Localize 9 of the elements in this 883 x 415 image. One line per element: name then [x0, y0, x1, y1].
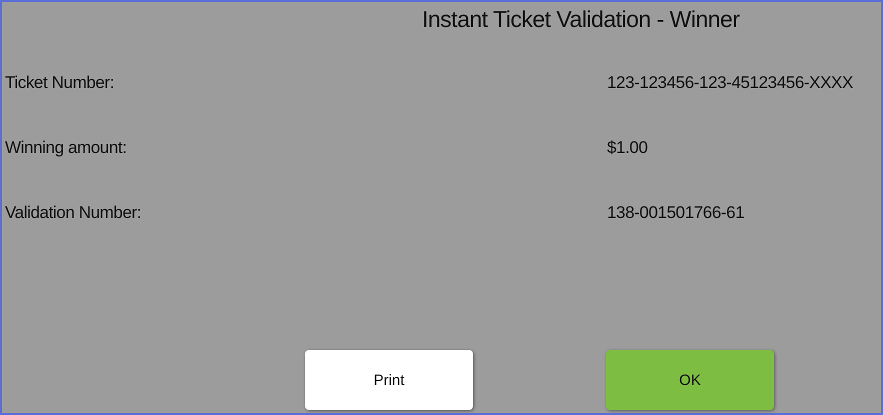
field-value: 138-001501766-61	[607, 203, 744, 223]
field-label: Validation Number:	[5, 203, 142, 223]
field-label: Winning amount:	[5, 138, 128, 158]
field-value: 123-123456-123-45123456-XXXX	[607, 73, 853, 93]
ok-button[interactable]: OK	[606, 350, 774, 410]
field-label: Ticket Number:	[5, 73, 116, 93]
print-button[interactable]: Print	[305, 350, 473, 410]
dialog-title: Instant Ticket Validation - Winner	[421, 6, 741, 33]
field-value: $1.00	[607, 138, 648, 158]
